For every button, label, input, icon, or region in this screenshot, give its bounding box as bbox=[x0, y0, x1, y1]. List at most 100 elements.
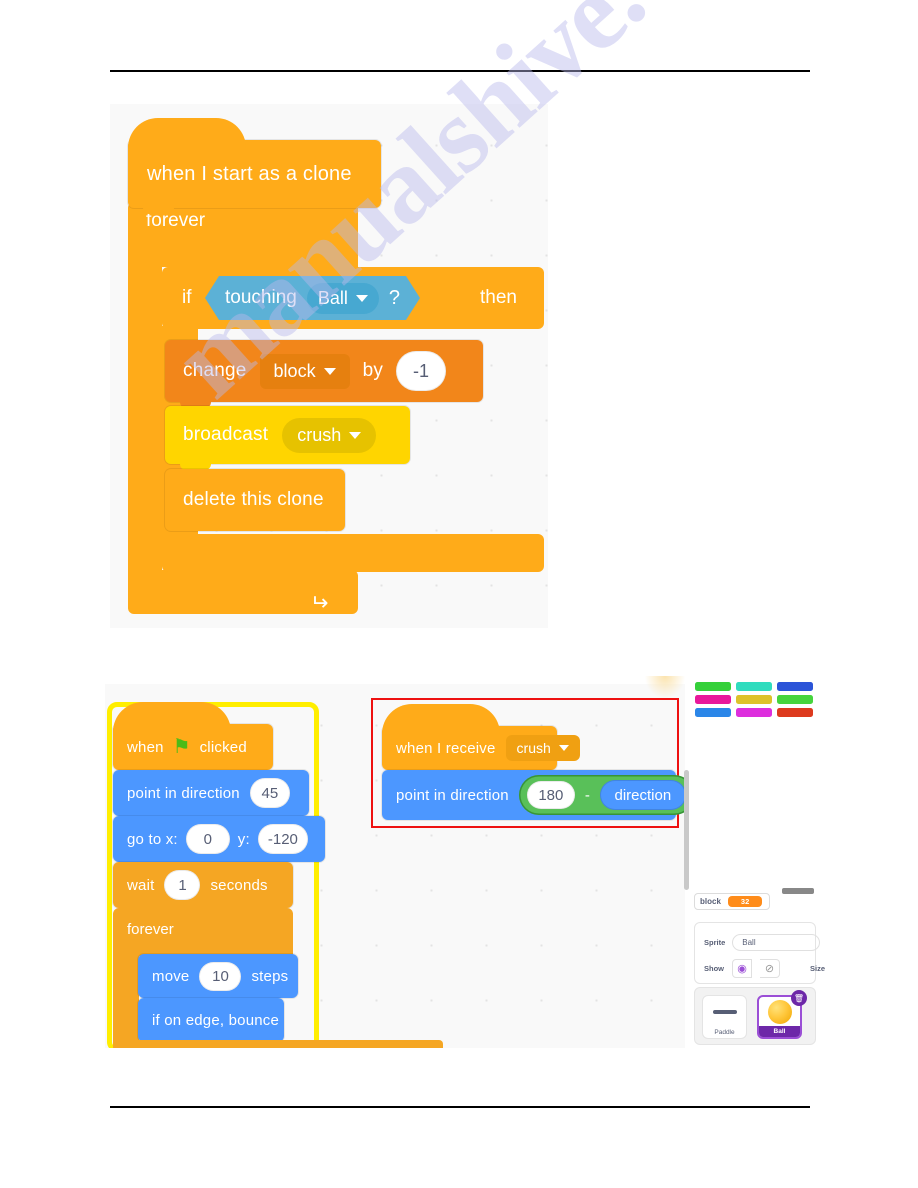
move-value-input[interactable]: 10 bbox=[199, 961, 242, 991]
when-i-start-as-clone-hat[interactable]: when I start as a clone bbox=[128, 118, 381, 214]
brick bbox=[695, 682, 731, 691]
direction-value-input[interactable]: 45 bbox=[249, 778, 290, 808]
hat-label: when I start as a clone bbox=[147, 162, 352, 185]
change-label: change bbox=[183, 360, 247, 381]
sprite-name-input[interactable]: Ball bbox=[732, 934, 821, 951]
broadcast-label: broadcast bbox=[183, 424, 269, 445]
sprite-card-ball[interactable]: 🗑 Ball bbox=[757, 990, 807, 1039]
forever2-left-arm bbox=[113, 952, 139, 1048]
operand-left-input[interactable]: 180 bbox=[526, 781, 575, 809]
forever-block-left-arm bbox=[128, 264, 162, 574]
touching-target-dropdown[interactable]: Ball bbox=[307, 283, 379, 314]
wait-value-input[interactable]: 1 bbox=[164, 870, 201, 900]
variable-monitor-value: 32 bbox=[727, 896, 763, 907]
minus-operator-label: - bbox=[584, 786, 590, 804]
receive-message-value: crush bbox=[516, 740, 551, 756]
when-i-receive-label: when I receive bbox=[396, 739, 496, 757]
brick-grid bbox=[695, 682, 813, 717]
forever2-bottom-bar bbox=[113, 1040, 443, 1048]
y-value-input[interactable]: -120 bbox=[257, 824, 308, 854]
brick bbox=[777, 708, 813, 717]
document-page: ↵ forever if then touching Ball ? change… bbox=[0, 0, 918, 1188]
brick bbox=[777, 682, 813, 691]
change-variable-value: block bbox=[273, 360, 316, 381]
brick bbox=[695, 695, 731, 704]
if-on-edge-bounce-block[interactable]: if on edge, bounce bbox=[138, 998, 284, 1048]
change-amount-input[interactable]: -1 bbox=[396, 351, 447, 391]
direction-reporter-block[interactable]: direction bbox=[599, 780, 685, 810]
ball-icon bbox=[767, 999, 792, 1024]
when-i-receive-hat[interactable]: when I receive crush bbox=[382, 704, 580, 776]
when-green-flag-clicked-hat[interactable]: when ⚑ clicked bbox=[113, 702, 273, 776]
figure1-scratch-canvas: ↵ forever if then touching Ball ? change… bbox=[110, 104, 548, 628]
brick bbox=[736, 682, 772, 691]
paddle-thumbnail bbox=[703, 996, 746, 1027]
chevron-down-icon bbox=[558, 745, 569, 751]
chevron-down-icon bbox=[323, 367, 336, 375]
paddle-icon bbox=[712, 1009, 737, 1014]
brick bbox=[736, 695, 772, 704]
stage-corner-glow bbox=[645, 676, 685, 698]
brick bbox=[695, 708, 731, 717]
figure2-scratch-canvas: when ⚑ clicked point in direction 45 go … bbox=[105, 684, 685, 1048]
change-variable-block[interactable]: change block by -1 bbox=[165, 340, 483, 408]
steps-label: steps bbox=[251, 967, 289, 985]
receive-message-dropdown[interactable]: crush bbox=[505, 735, 580, 761]
variable-monitor-block[interactable]: block 32 bbox=[694, 893, 771, 910]
wait-label: wait bbox=[127, 876, 155, 894]
variable-monitor-name: block bbox=[700, 897, 721, 906]
go-to-y-label: y: bbox=[237, 830, 250, 848]
trash-icon[interactable]: 🗑 bbox=[791, 990, 807, 1006]
paddle-sprite-on-stage bbox=[782, 888, 814, 894]
sprite-list: Paddle 🗑 Ball bbox=[694, 987, 816, 1045]
brick bbox=[777, 695, 813, 704]
stage-area bbox=[690, 676, 816, 901]
sprite-card-label: Ball bbox=[759, 1026, 800, 1037]
point-in-direction-label: point in direction bbox=[127, 784, 240, 802]
chevron-down-icon bbox=[349, 431, 362, 439]
if-on-edge-bounce-label: if on edge, bounce bbox=[152, 1011, 280, 1029]
x-value-input[interactable]: 0 bbox=[185, 824, 230, 854]
point-in-direction-operator-block[interactable]: point in direction 180 - direction bbox=[382, 770, 685, 820]
point-in-direction2-label: point in direction bbox=[396, 786, 509, 804]
chevron-down-icon bbox=[356, 295, 368, 302]
show-hidden-button[interactable]: ⊘ bbox=[760, 959, 780, 978]
loop-arrow-icon: ↵ bbox=[310, 590, 329, 615]
broadcast-message-dropdown[interactable]: crush bbox=[282, 417, 377, 453]
subtract-operator-block[interactable]: 180 - direction bbox=[518, 775, 685, 815]
footer-rule bbox=[110, 1106, 810, 1108]
forever2-label: forever bbox=[127, 920, 174, 938]
sprite-label: Sprite bbox=[704, 938, 726, 947]
sprite-card-paddle[interactable]: Paddle bbox=[702, 995, 747, 1039]
by-label: by bbox=[362, 360, 384, 381]
seconds-label: seconds bbox=[210, 876, 268, 894]
sprite-card-label: Paddle bbox=[714, 1029, 735, 1036]
when-label: when bbox=[127, 738, 164, 756]
touching-label: touching bbox=[225, 287, 297, 308]
brick bbox=[736, 708, 772, 717]
broadcast-message-value: crush bbox=[297, 424, 342, 445]
show-label: Show bbox=[704, 964, 724, 973]
sprite-info-panel: Sprite Ball Show ◉ ⊘ Size bbox=[694, 922, 825, 984]
go-to-xy-block[interactable]: go to x: 0 y: -120 bbox=[113, 816, 325, 868]
touching-question-mark: ? bbox=[388, 286, 400, 309]
point-in-direction-block[interactable]: point in direction 45 bbox=[113, 770, 309, 822]
sprite-name-row: Sprite Ball bbox=[704, 934, 821, 951]
header-rule bbox=[110, 70, 810, 72]
touching-boolean-block[interactable]: touching Ball ? bbox=[205, 276, 420, 320]
if-block-bottom bbox=[162, 534, 544, 572]
change-variable-dropdown[interactable]: block bbox=[259, 353, 350, 389]
move-steps-block[interactable]: move 10 steps bbox=[138, 954, 298, 1004]
delete-this-clone-block[interactable]: delete this clone bbox=[165, 469, 345, 531]
move-label: move bbox=[152, 967, 190, 985]
go-to-x-label: go to x: bbox=[127, 830, 178, 848]
size-label: Size bbox=[810, 964, 826, 973]
show-visible-button[interactable]: ◉ bbox=[732, 959, 752, 978]
sprite-show-row: Show ◉ ⊘ Size bbox=[704, 959, 825, 978]
wait-seconds-block[interactable]: wait 1 seconds bbox=[113, 862, 293, 914]
broadcast-block[interactable]: broadcast crush bbox=[165, 406, 410, 470]
if-label: if bbox=[182, 287, 192, 308]
workspace-scrollbar[interactable] bbox=[684, 770, 689, 890]
clicked-label: clicked bbox=[199, 738, 247, 756]
delete-clone-label: delete this clone bbox=[183, 489, 324, 510]
